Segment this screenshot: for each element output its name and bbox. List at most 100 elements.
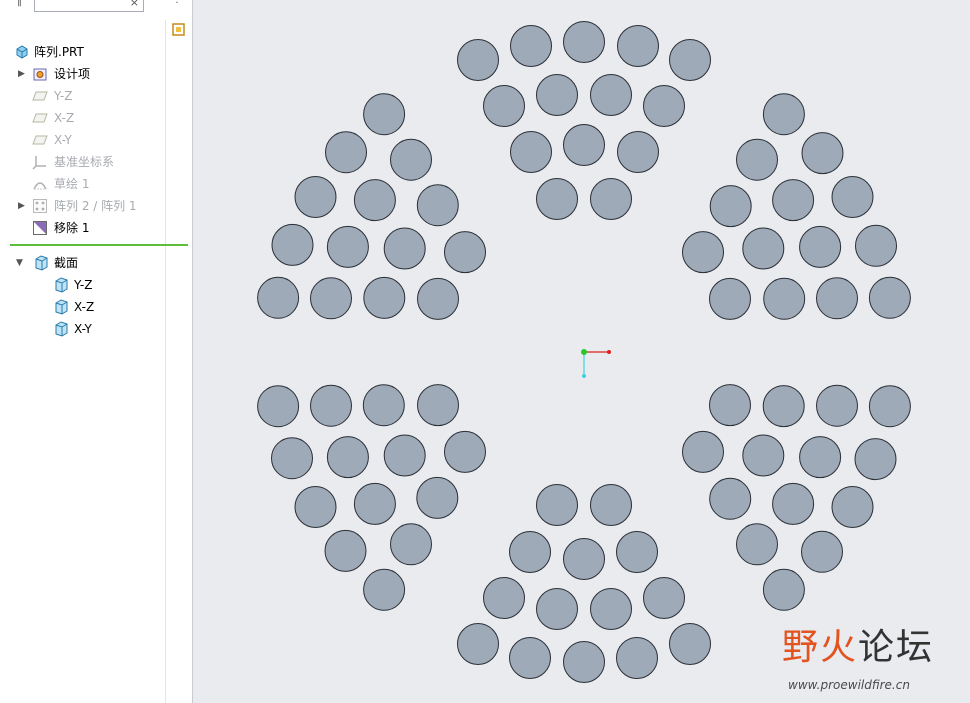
hole-circle[interactable] (855, 224, 897, 267)
section-item[interactable]: Y-Z (52, 275, 162, 295)
hole-circle[interactable] (326, 225, 369, 268)
pin-icon[interactable]: ‖ (17, 0, 22, 7)
clear-search-icon[interactable]: × (130, 0, 139, 11)
hole-circle[interactable] (709, 384, 751, 427)
tree-item[interactable]: X-Y (18, 130, 168, 150)
tree-item[interactable]: ▶ 设计项 (18, 64, 168, 84)
hole-circle[interactable] (816, 384, 858, 427)
hole-circle[interactable] (509, 531, 551, 573)
hole-circle[interactable] (483, 85, 525, 127)
hole-circle[interactable] (590, 178, 632, 220)
hole-circle[interactable] (257, 276, 300, 319)
tree-filter-icon[interactable] (171, 22, 187, 38)
expand-arrow-icon[interactable]: ▶ (18, 196, 28, 216)
tree-item[interactable]: 移除 1 (18, 218, 168, 238)
tree-item[interactable]: 基准坐标系 (18, 152, 168, 172)
hole-circle[interactable] (801, 132, 844, 175)
hole-circle[interactable] (563, 538, 605, 580)
hole-circle[interactable] (762, 93, 805, 136)
hole-circle[interactable] (510, 131, 552, 173)
hole-circle[interactable] (536, 74, 578, 116)
hole-circle[interactable] (616, 637, 658, 679)
tree-item[interactable]: Y-Z (18, 86, 168, 106)
hole-circle[interactable] (762, 385, 805, 428)
search-input[interactable]: × (34, 0, 144, 12)
more-options-icon[interactable]: ⋮ (172, 0, 182, 5)
hole-circle[interactable] (868, 276, 911, 319)
tree-item[interactable]: 阵列.PRT (16, 42, 168, 62)
hole-circle[interactable] (868, 385, 911, 428)
hole-circle[interactable] (669, 623, 711, 665)
hole-circle[interactable] (383, 434, 426, 477)
hole-circle[interactable] (854, 438, 897, 481)
hole-circle[interactable] (617, 25, 659, 67)
hole-circle[interactable] (563, 124, 605, 166)
hole-circle[interactable] (616, 531, 658, 573)
hole-circle[interactable] (271, 223, 314, 266)
hole-circle[interactable] (736, 523, 778, 566)
hole-circle[interactable] (390, 523, 432, 566)
hole-circle[interactable] (416, 476, 459, 519)
hole-circle[interactable] (457, 39, 499, 81)
hole-circle[interactable] (390, 138, 432, 181)
hole-circle[interactable] (444, 231, 486, 274)
hole-circle[interactable] (643, 577, 685, 619)
hole-circle[interactable] (416, 184, 459, 227)
hole-circle[interactable] (590, 74, 632, 116)
hole-circle[interactable] (536, 484, 578, 526)
graphics-area[interactable] (193, 0, 970, 703)
hole-circle[interactable] (617, 131, 659, 173)
tree-item[interactable]: X-Z (18, 108, 168, 128)
hole-circle[interactable] (799, 225, 842, 268)
hole-circle[interactable] (325, 131, 367, 174)
hole-circle[interactable] (417, 277, 459, 320)
hole-circle[interactable] (444, 430, 486, 473)
hole-circle[interactable] (257, 385, 300, 428)
hole-circle[interactable] (709, 477, 752, 520)
hole-circle[interactable] (709, 277, 751, 320)
hole-circle[interactable] (799, 436, 842, 479)
hole-circle[interactable] (457, 623, 499, 665)
hole-circle[interactable] (563, 641, 605, 683)
hole-circle[interactable] (762, 568, 805, 611)
section-group[interactable]: ▼ 截面 (16, 253, 168, 273)
tree-item[interactable]: 草绘 1 (18, 174, 168, 194)
hole-circle[interactable] (709, 185, 752, 228)
hole-circle[interactable] (363, 93, 406, 136)
hole-circle[interactable] (363, 276, 406, 319)
hole-circle[interactable] (772, 482, 815, 525)
hole-circle[interactable] (590, 484, 632, 526)
hole-circle[interactable] (353, 179, 396, 222)
hole-circle[interactable] (417, 384, 459, 427)
hole-circle[interactable] (326, 436, 369, 479)
hole-circle[interactable] (510, 25, 552, 67)
hole-circle[interactable] (831, 486, 874, 528)
hole-circle[interactable] (742, 434, 785, 477)
hole-circle[interactable] (772, 179, 815, 222)
hole-circle[interactable] (763, 277, 806, 320)
expand-arrow-icon[interactable]: ▶ (18, 64, 28, 84)
hole-circle[interactable] (536, 178, 578, 220)
hole-circle[interactable] (353, 482, 396, 525)
hole-circle[interactable] (483, 577, 525, 619)
hole-circle[interactable] (682, 430, 724, 473)
hole-circle[interactable] (294, 486, 337, 528)
hole-circle[interactable] (363, 568, 406, 611)
hole-circle[interactable] (742, 227, 785, 270)
tree-item[interactable]: ▶ 阵列 2 / 阵列 1 (18, 196, 168, 216)
hole-circle[interactable] (383, 227, 426, 270)
section-item[interactable]: X-Z (52, 297, 162, 317)
hole-circle[interactable] (643, 85, 685, 127)
hole-circle[interactable] (294, 176, 337, 218)
hole-circle[interactable] (324, 529, 367, 572)
collapse-arrow-icon[interactable]: ▼ (16, 253, 26, 273)
hole-circle[interactable] (310, 384, 352, 427)
hole-circle[interactable] (682, 231, 724, 274)
hole-circle[interactable] (509, 637, 551, 679)
hole-circle[interactable] (831, 176, 874, 218)
hole-circle[interactable] (563, 21, 605, 63)
hole-circle[interactable] (310, 277, 352, 320)
hole-circle[interactable] (271, 437, 313, 480)
hole-circle[interactable] (590, 588, 632, 630)
hole-circle[interactable] (801, 530, 843, 573)
